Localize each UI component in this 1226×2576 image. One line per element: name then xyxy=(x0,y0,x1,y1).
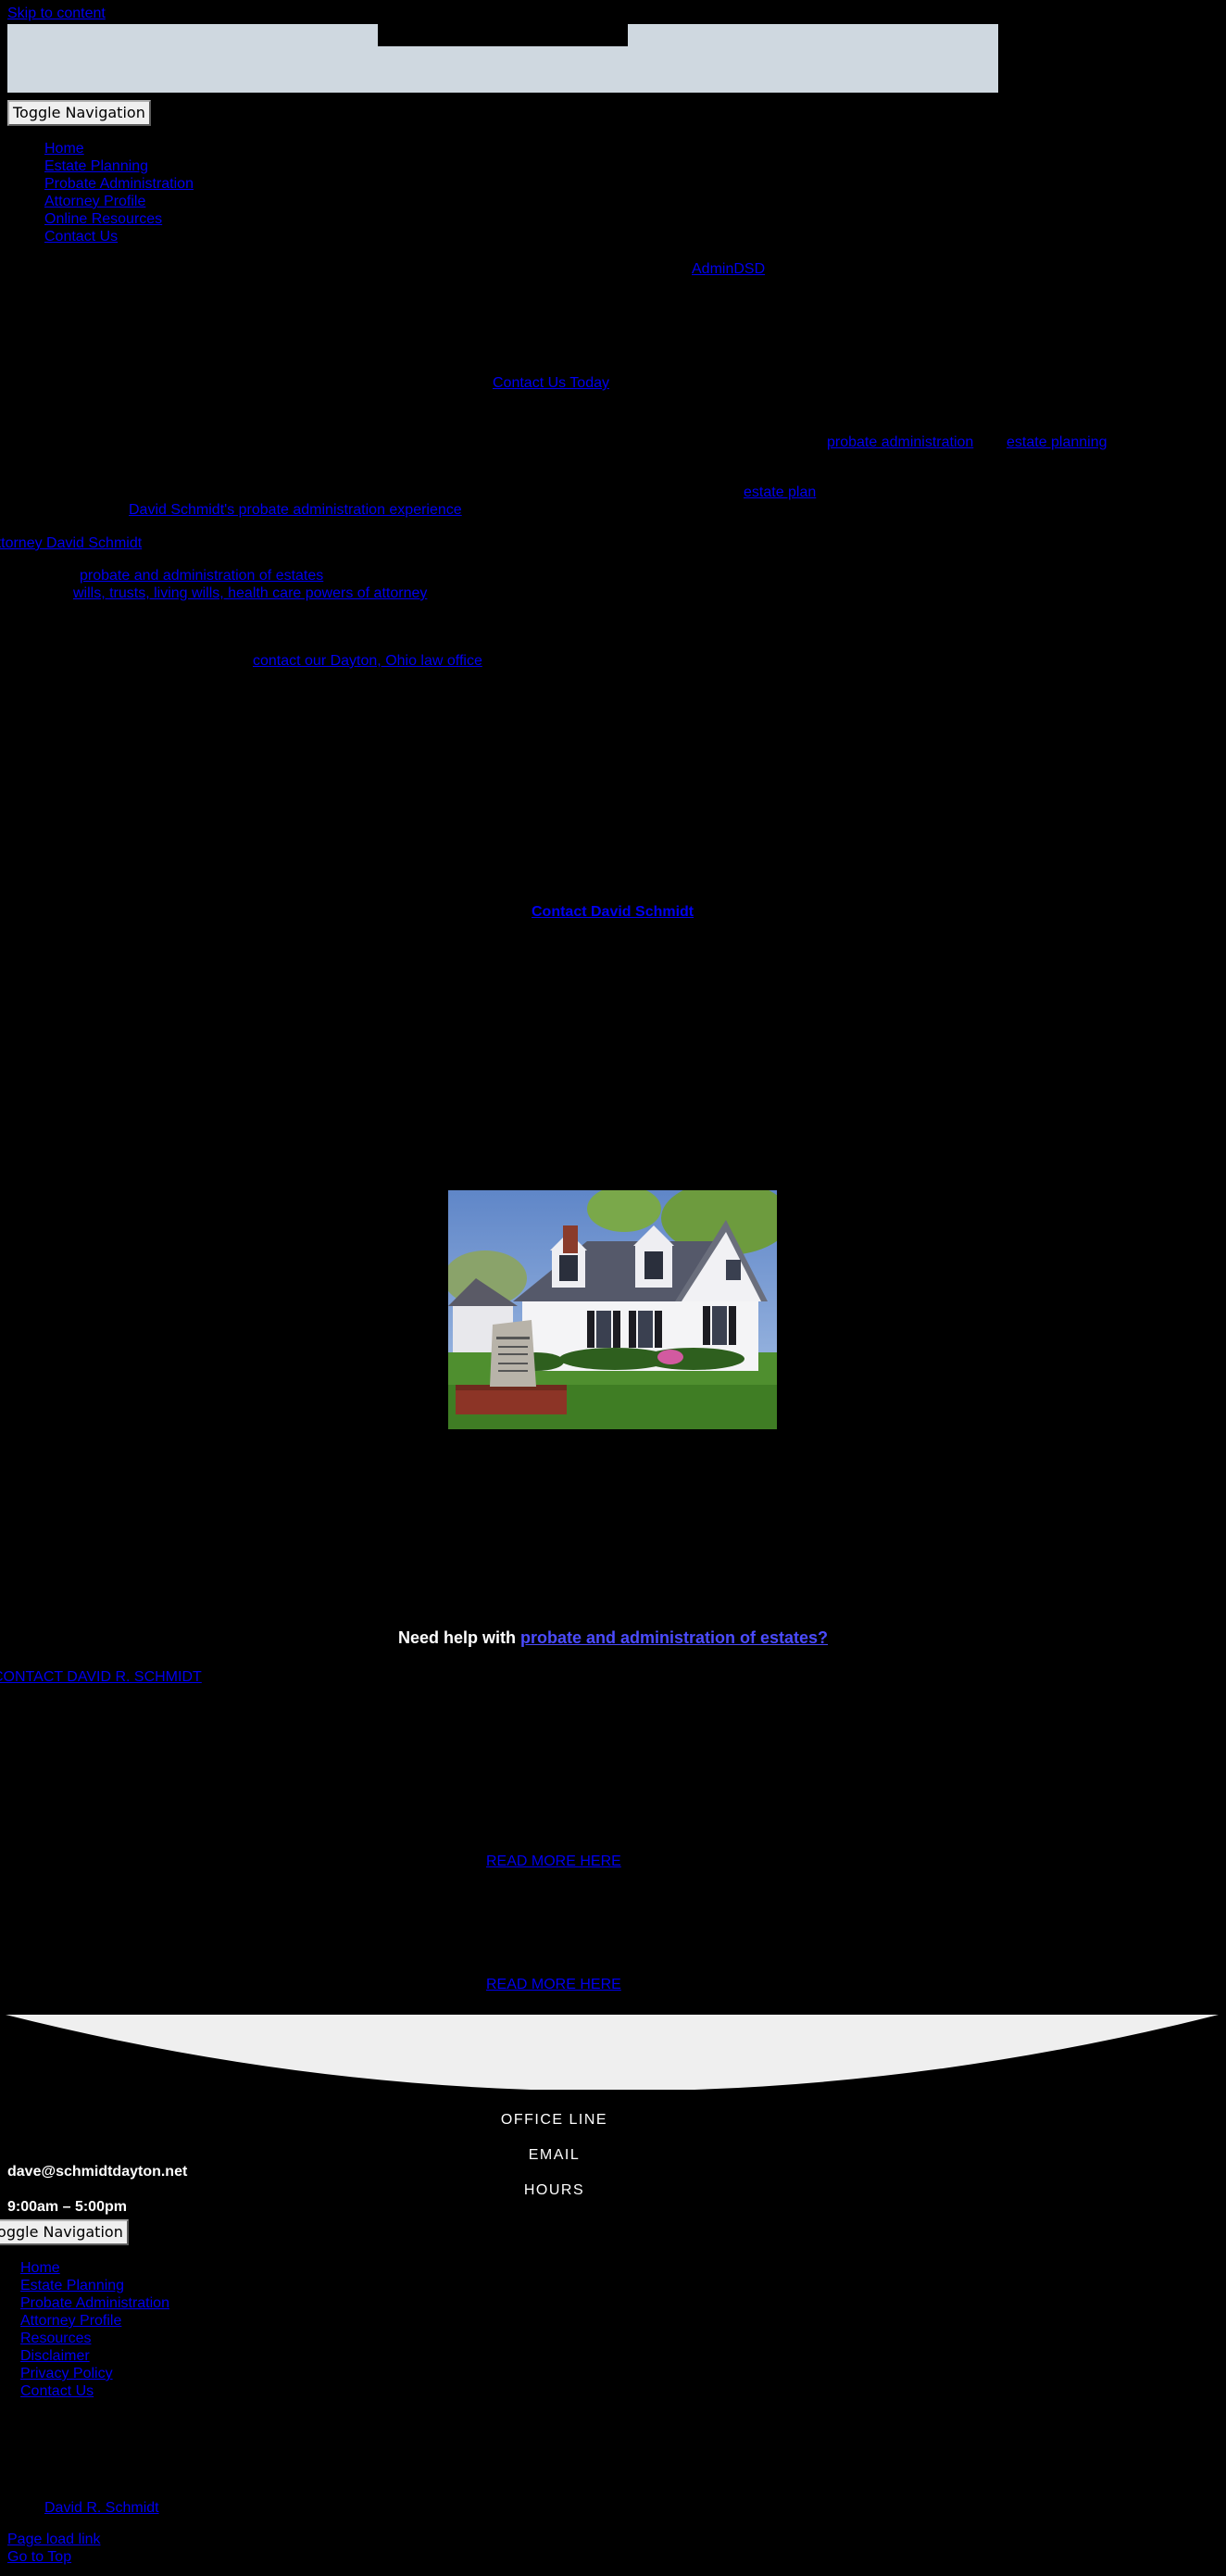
estate-plan-link[interactable]: estate plan xyxy=(744,484,816,501)
law-office-illustration xyxy=(448,1190,777,1429)
read-more-link-2[interactable]: READ MORE HERE xyxy=(486,1976,621,1993)
nav-link-online-resources[interactable]: Online Resources xyxy=(44,211,162,227)
law-office-photo xyxy=(448,1190,777,1429)
attorney-david-schmidt-link[interactable]: Attorney David Schmidt xyxy=(0,534,142,552)
read-more-link-1[interactable]: READ MORE HERE xyxy=(486,1853,621,1870)
footer-nav-link-probate-administration[interactable]: Probate Administration xyxy=(20,2295,169,2311)
contact-david-r-schmidt-link[interactable]: CONTACT DAVID R. SCHMIDT xyxy=(0,1668,202,1686)
footer-nav-item-contact-us: Contact Us xyxy=(20,2382,169,2400)
probate-administration-link[interactable]: probate administration xyxy=(827,434,973,451)
contact-david-schmidt-link[interactable]: Contact David Schmidt xyxy=(532,903,694,921)
footer-toggle-navigation-button[interactable]: Toggle Navigation xyxy=(0,2219,129,2245)
help-probate-link[interactable]: probate and administration of estates? xyxy=(520,1628,828,1647)
dayton-office-link[interactable]: contact our Dayton, Ohio law office xyxy=(253,652,482,670)
skip-to-content-link[interactable]: Skip to content xyxy=(7,5,106,22)
author-link[interactable]: AdminDSD xyxy=(692,260,765,278)
nav-item-contact-us: Contact Us xyxy=(44,228,194,245)
nav-link-contact-us[interactable]: Contact Us xyxy=(44,229,118,245)
footer-nav-item-home: Home xyxy=(20,2259,169,2277)
footer-nav-link-attorney-profile[interactable]: Attorney Profile xyxy=(20,2313,121,2329)
nav-link-attorney-profile[interactable]: Attorney Profile xyxy=(44,194,145,209)
probate-experience-link[interactable]: David Schmidt's probate administration e… xyxy=(129,501,462,519)
estate-planning-link[interactable]: estate planning xyxy=(1007,434,1107,451)
hours-label: HOURS xyxy=(523,2182,585,2198)
nav-item-attorney-profile: Attorney Profile xyxy=(44,193,194,210)
footer-nav-item-privacy-policy: Privacy Policy xyxy=(20,2365,169,2382)
site-logo xyxy=(378,24,628,46)
footer-nav-link-resources[interactable]: Resources xyxy=(20,2331,91,2346)
page-load-link[interactable]: Page load link xyxy=(7,2531,101,2548)
footer-nav-item-attorney-profile: Attorney Profile xyxy=(20,2312,169,2330)
footer-nav-link-estate-planning[interactable]: Estate Planning xyxy=(20,2278,124,2293)
nav-item-home: Home xyxy=(44,140,194,157)
toggle-navigation-button[interactable]: Toggle Navigation xyxy=(7,100,151,126)
footer-nav-item-probate-administration: Probate Administration xyxy=(20,2294,169,2312)
footer-nav-item-resources: Resources xyxy=(20,2330,169,2347)
nav-link-estate-planning[interactable]: Estate Planning xyxy=(44,158,148,174)
footer-nav-link-disclaimer[interactable]: Disclaimer xyxy=(20,2348,90,2364)
main-nav: Home Estate Planning Probate Administrat… xyxy=(44,140,194,245)
nav-item-online-resources: Online Resources xyxy=(44,210,194,228)
footer-nav-item-disclaimer: Disclaimer xyxy=(20,2347,169,2365)
footer-nav: Home Estate Planning Probate Administrat… xyxy=(20,2259,169,2400)
credit-link[interactable]: David R. Schmidt xyxy=(44,2499,159,2517)
nav-item-estate-planning: Estate Planning xyxy=(44,157,194,175)
nav-link-home[interactable]: Home xyxy=(44,141,84,157)
wills-trusts-link[interactable]: wills, trusts, living wills, health care… xyxy=(73,584,427,602)
nav-item-probate-administration: Probate Administration xyxy=(44,175,194,193)
nav-link-probate-administration[interactable]: Probate Administration xyxy=(44,176,194,192)
email-label: EMAIL xyxy=(528,2147,581,2163)
footer-nav-link-privacy-policy[interactable]: Privacy Policy xyxy=(20,2366,113,2381)
office-line-label: OFFICE LINE xyxy=(500,2112,608,2128)
footer-nav-link-contact-us[interactable]: Contact Us xyxy=(20,2383,94,2399)
go-to-top-link[interactable]: Go to Top xyxy=(7,2548,71,2566)
contact-us-today-link[interactable]: Contact Us Today xyxy=(493,374,609,392)
footer-nav-link-home[interactable]: Home xyxy=(20,2260,60,2276)
help-heading: Need help with probate and administratio… xyxy=(0,1628,1226,1648)
email-value: dave@schmidtdayton.net xyxy=(7,2164,188,2180)
help-heading-prefix: Need help with xyxy=(397,1628,520,1647)
probate-estates-link[interactable]: probate and administration of estates xyxy=(80,567,323,584)
footer-nav-item-estate-planning: Estate Planning xyxy=(20,2277,169,2294)
hours-value: 9:00am – 5:00pm xyxy=(7,2199,127,2215)
footer-curve-divider xyxy=(6,2015,1219,2090)
